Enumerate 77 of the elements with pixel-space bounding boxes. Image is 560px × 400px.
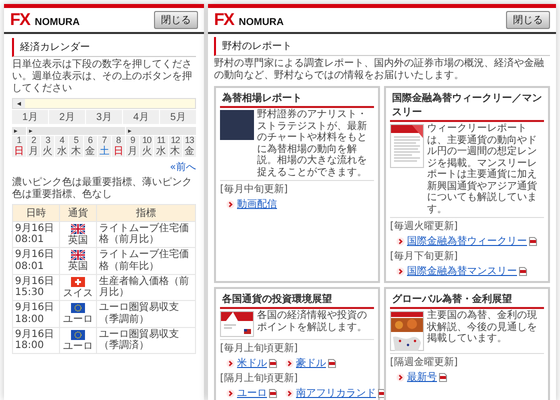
chevron-icon	[285, 388, 294, 398]
schedule-text: [毎週火曜更新]	[390, 220, 459, 233]
day-button[interactable]: 3 火	[41, 136, 54, 157]
day-button[interactable]: 1 日	[12, 136, 26, 157]
schedule-text: [毎月中旬更新]	[220, 182, 289, 196]
column-header: 日時	[12, 204, 60, 222]
table-cell: 9月16日 15:30	[12, 274, 60, 301]
currency-name: 英国	[67, 234, 89, 246]
card-title: グローバル為替・金利展望	[390, 291, 544, 309]
chevron-icon	[396, 236, 405, 246]
day-button[interactable]: 9 月	[126, 136, 140, 157]
report-link[interactable]: 南アフリカランド	[296, 386, 376, 400]
currency-name: スイス	[62, 288, 94, 300]
currency-name: ユーロ	[62, 314, 94, 326]
table-cell: 9月16日 08:01	[12, 221, 60, 248]
card-title: 各国通貨の投資環境展望	[220, 291, 374, 309]
day-button[interactable]: 5 木	[69, 136, 83, 157]
section-title: 野村のレポート	[214, 37, 550, 56]
report-link[interactable]: 国際金融為替マンスリー	[407, 264, 517, 278]
description-text: ウィークリーレポートは、主要通貨の動向やドル円の一週間の想定レンジを掲載。マンスリーレポートは主要通貨に加え新興国通貨やアジア通貨についても解説しています。	[427, 123, 538, 215]
day-button[interactable]: 13 金	[182, 136, 196, 157]
logo: FX NOMURA	[214, 10, 284, 30]
previous-link[interactable]: «前へ	[170, 160, 196, 174]
report-link[interactable]: 米ドル	[237, 356, 267, 370]
table-cell: ライトムーブ住宅価格（前年比）	[96, 248, 196, 274]
table-cell: ユーロ圏貿易収支（季調前）	[96, 300, 196, 328]
chevron-icon	[285, 358, 294, 368]
column-header: 通貨	[60, 204, 96, 222]
column-header: 指標	[96, 204, 196, 222]
table-cell: ユーロ圏貿易収支（季調済）	[96, 327, 196, 354]
day-button[interactable]: 6 金	[84, 136, 97, 157]
day-button[interactable]: 12 木	[168, 136, 182, 157]
day-button[interactable]: 8 日	[112, 136, 125, 157]
table-cell: 9月16日 08:01	[12, 248, 60, 274]
section-title: 経済カレンダー	[12, 38, 196, 57]
chevron-icon	[226, 358, 235, 368]
schedule-text: [隔週金曜更新]	[390, 356, 459, 369]
table-cell: 9月16日 18:00	[12, 300, 60, 328]
chevron-icon	[226, 388, 235, 398]
currency-name: ユーロ	[62, 340, 94, 352]
logo: FX NOMURA	[10, 10, 80, 30]
currency-name: 英国	[67, 261, 89, 273]
report-link[interactable]: ユーロ	[237, 386, 267, 400]
report-link[interactable]: 最新号	[407, 370, 437, 384]
chevron-icon	[226, 200, 235, 208]
description-text: 各国の経済情報や投資のポイントを解説します。	[257, 310, 368, 333]
month-button[interactable]: 1月	[12, 110, 48, 124]
report-link[interactable]: 国際金融為替ウィークリー	[407, 234, 527, 248]
report-link[interactable]: 豪ドル	[296, 356, 326, 370]
description-text: 主要国の為替、金利の現状解説、今後の見通しを掲載しています。	[427, 310, 538, 344]
schedule-text: [毎月下旬更新]	[390, 250, 459, 263]
table-cell: 生産者輸入価格（前月比）	[96, 274, 196, 301]
month-button[interactable]: 2月	[49, 110, 85, 124]
previous-button[interactable]: ◂	[13, 99, 25, 108]
card-title: 国際金融為替ウィークリー／マンスリー	[390, 90, 544, 122]
description-text: 野村證券のアナリスト・ストラテジストが、最新のチャートや材料をもとに為替相場の動向を解説。相場の大きな流れを捉えることができます。	[257, 109, 368, 178]
month-button[interactable]: 5月	[160, 110, 196, 124]
intro-text: 野村の専門家による調査レポート、国内外の証券市場の概況、経済や金融の動向など、野村ならではの情報をお届けいたします。	[214, 58, 545, 82]
close-button[interactable]: 閉じる	[154, 11, 198, 29]
month-button[interactable]: 3月	[86, 110, 122, 124]
schedule-text: [隔月上旬頃更新]	[220, 372, 299, 385]
day-button[interactable]: 10 火	[140, 136, 154, 157]
table-cell: 9月16日 18:00	[12, 327, 60, 354]
day-button[interactable]: 11 水	[154, 136, 168, 157]
chevron-icon	[396, 372, 405, 382]
instruction-text: 日単位表示は下段の数字を押してください。週単位表示は、その上のボタンを押してください	[12, 59, 193, 95]
close-button[interactable]: 閉じる	[506, 11, 550, 29]
day-button[interactable]: 2 月	[27, 136, 40, 157]
schedule-text: [毎月上旬頃更新]	[220, 342, 299, 355]
day-button[interactable]: 7 土	[98, 136, 111, 157]
report-link[interactable]: 動画配信	[237, 197, 277, 211]
card-title: 為替相場レポート	[220, 90, 374, 108]
table-cell: ライトムーブ住宅価格（前月比）	[96, 221, 196, 248]
month-button[interactable]: 4月	[123, 110, 159, 124]
day-button[interactable]: 4 水	[55, 136, 68, 157]
chevron-icon	[396, 266, 405, 276]
legend-text: 濃いピンク色は最重要指標、薄いピンク色は重要指標、色なし	[12, 176, 193, 201]
